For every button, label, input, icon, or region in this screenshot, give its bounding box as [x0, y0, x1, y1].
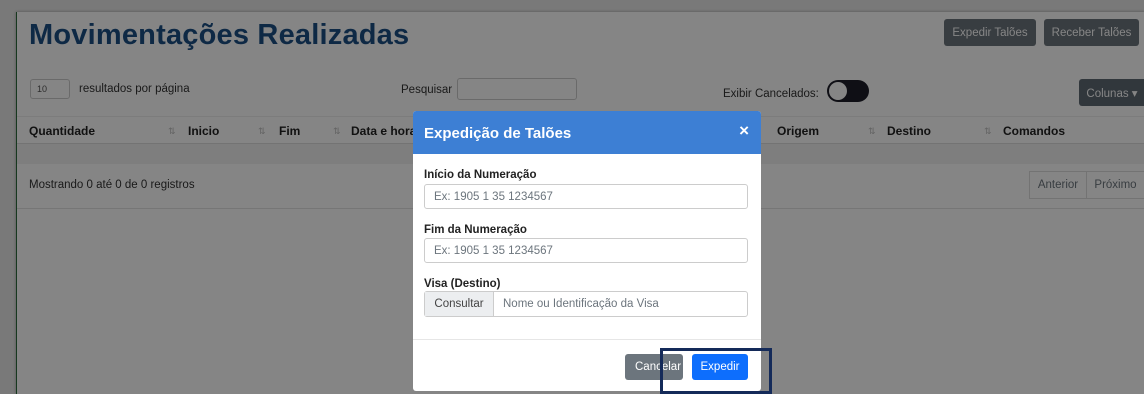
modal-footer-divider [413, 339, 761, 340]
close-icon[interactable]: × [739, 121, 749, 141]
modal-header: Expedição de Talões × [413, 111, 761, 154]
fim-numeracao-input[interactable]: Ex: 1905 1 35 1234567 [424, 238, 748, 263]
visa-destino-label: Visa (Destino) [424, 278, 501, 290]
visa-destino-input[interactable]: Nome ou Identificação da Visa [503, 298, 659, 310]
visa-destino-group: Consultar Nome ou Identificação da Visa [424, 291, 748, 317]
inicio-numeracao-input[interactable]: Ex: 1905 1 35 1234567 [424, 184, 748, 209]
highlight-box [660, 348, 772, 394]
inicio-numeracao-label: Início da Numeração [424, 169, 537, 181]
fim-numeracao-label: Fim da Numeração [424, 224, 527, 236]
modal-title: Expedição de Talões [424, 125, 572, 142]
consultar-button[interactable]: Consultar [425, 292, 494, 316]
